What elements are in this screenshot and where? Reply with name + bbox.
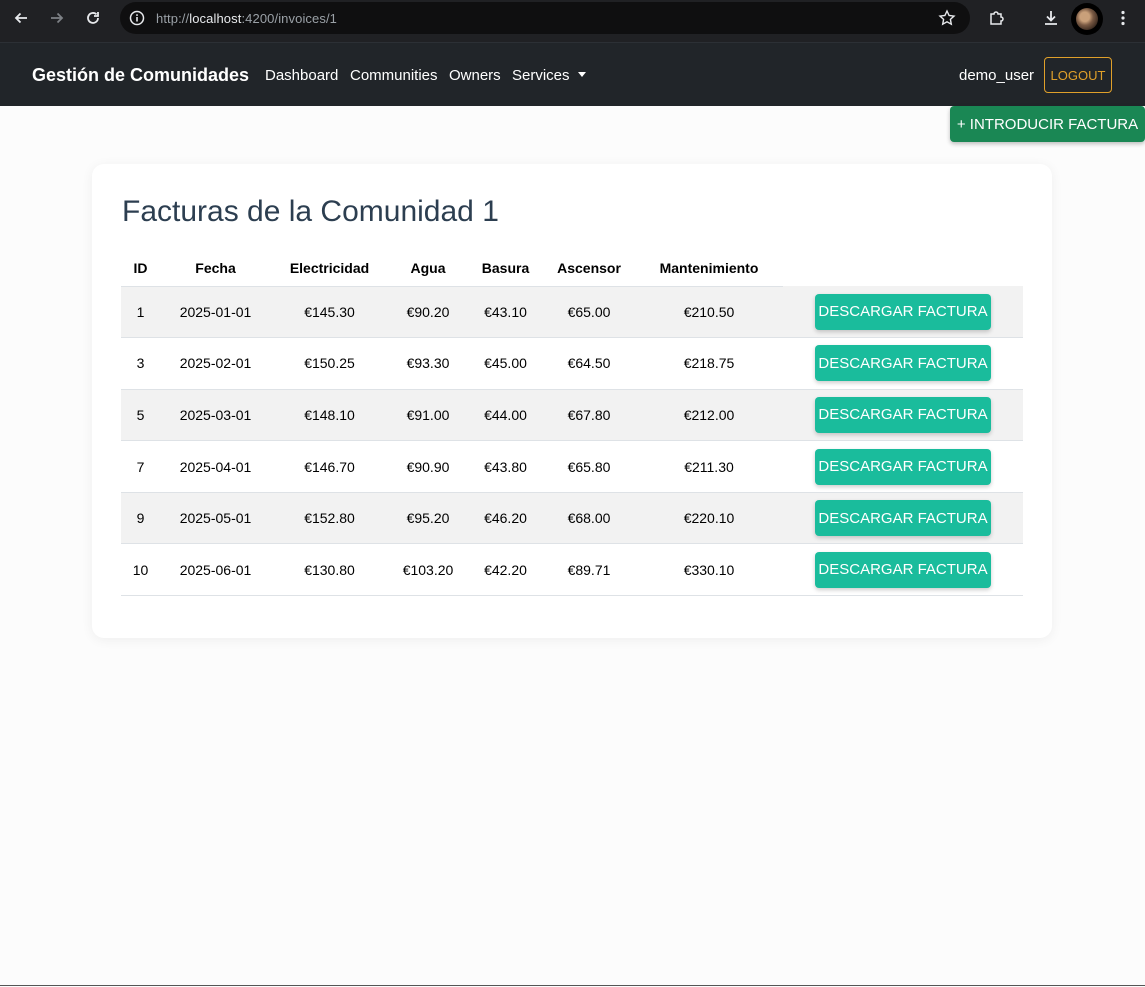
table-body: 1 2025-01-01 €145.30 €90.20 €43.10 €65.0… [121,286,1023,597]
url-text: http://localhost:4200/invoices/1 [156,11,338,26]
column-header-ascensor: Ascensor [543,250,635,287]
cell-id: 3 [121,337,160,390]
bookmark-star-icon[interactable] [938,9,956,27]
caret-down-icon [577,72,586,77]
invoices-card: Facturas de la Comunidad 1 ID Fecha Elec… [92,164,1052,638]
column-header-fecha: Fecha [160,250,271,287]
column-header-actions [783,250,1023,286]
invoices-table: ID Fecha Electricidad Agua Basura Ascens… [121,250,1023,597]
cell-mantenimiento: €212.00 [635,389,783,442]
cell-mantenimiento: €218.75 [635,337,783,390]
column-header-agua: Agua [388,250,468,287]
cell-electricidad: €148.10 [271,389,388,442]
cell-basura: €45.00 [468,337,543,390]
cell-actions: DESCARGAR FACTURA [783,389,1023,442]
download-invoice-button[interactable]: DESCARGAR FACTURA [815,448,991,485]
column-header-electricidad: Electricidad [271,250,388,287]
download-invoice-button[interactable]: DESCARGAR FACTURA [815,293,991,330]
reload-icon[interactable] [83,8,103,28]
cell-ascensor: €67.80 [543,389,635,442]
cell-electricidad: €152.80 [271,492,388,545]
cell-electricidad: €145.30 [271,286,388,339]
cell-actions: DESCARGAR FACTURA [783,337,1023,390]
cell-agua: €95.20 [388,492,468,545]
cell-electricidad: €146.70 [271,440,388,493]
cell-mantenimiento: €220.10 [635,492,783,545]
nav-dropdown-services-label: Services [512,67,570,84]
logout-button[interactable]: LOGOUT [1044,57,1112,93]
cell-basura: €42.20 [468,543,543,597]
cell-actions: DESCARGAR FACTURA [783,543,1023,597]
cell-basura: €43.80 [468,440,543,493]
add-invoice-button[interactable]: + INTRODUCIR FACTURA [950,106,1145,142]
table-row: 9 2025-05-01 €152.80 €95.20 €46.20 €68.0… [121,492,1023,545]
cell-fecha: 2025-06-01 [160,543,271,597]
cell-basura: €46.20 [468,492,543,545]
cell-actions: DESCARGAR FACTURA [783,440,1023,493]
nav-dropdown-services[interactable]: Services [512,67,586,84]
cell-electricidad: €150.25 [271,337,388,390]
address-bar[interactable]: http://localhost:4200/invoices/1 [120,2,970,34]
table-header: ID Fecha Electricidad Agua Basura Ascens… [121,250,1023,287]
cell-id: 1 [121,286,160,339]
back-arrow-icon[interactable] [11,8,31,28]
cell-ascensor: €64.50 [543,337,635,390]
cell-actions: DESCARGAR FACTURA [783,286,1023,339]
cell-fecha: 2025-01-01 [160,286,271,339]
cell-agua: €103.20 [388,543,468,597]
cell-fecha: 2025-05-01 [160,492,271,545]
cell-id: 7 [121,440,160,493]
cell-mantenimiento: €210.50 [635,286,783,339]
extensions-icon[interactable] [987,8,1007,28]
cell-ascensor: €89.71 [543,543,635,597]
nav-link-dashboard[interactable]: Dashboard [265,67,338,84]
cell-fecha: 2025-02-01 [160,337,271,390]
cell-agua: €90.90 [388,440,468,493]
column-header-mantenimiento: Mantenimiento [635,250,783,287]
cell-mantenimiento: €211.30 [635,440,783,493]
window-bottom-edge [0,985,1145,986]
forward-arrow-icon[interactable] [47,8,67,28]
cell-fecha: 2025-03-01 [160,389,271,442]
table-row: 10 2025-06-01 €130.80 €103.20 €42.20 €89… [121,543,1023,597]
column-header-basura: Basura [468,250,543,287]
cell-agua: €93.30 [388,337,468,390]
table-row: 5 2025-03-01 €148.10 €91.00 €44.00 €67.8… [121,389,1023,442]
cell-id: 10 [121,543,160,597]
current-user-name: demo_user [959,67,1035,84]
cell-agua: €90.20 [388,286,468,339]
download-icon[interactable] [1041,8,1061,28]
column-header-id: ID [121,250,160,287]
cell-id: 9 [121,492,160,545]
cell-ascensor: €68.00 [543,492,635,545]
cell-agua: €91.00 [388,389,468,442]
table-row: 7 2025-04-01 €146.70 €90.90 €43.80 €65.8… [121,440,1023,493]
download-invoice-button[interactable]: DESCARGAR FACTURA [815,345,991,382]
cell-ascensor: €65.00 [543,286,635,339]
download-invoice-button[interactable]: DESCARGAR FACTURA [815,551,991,588]
brand-title[interactable]: Gestión de Comunidades [32,65,249,86]
cell-basura: €44.00 [468,389,543,442]
nav-link-owners[interactable]: Owners [449,67,501,84]
table-row: 3 2025-02-01 €150.25 €93.30 €45.00 €64.5… [121,337,1023,390]
cell-ascensor: €65.80 [543,440,635,493]
browser-toolbar: http://localhost:4200/invoices/1 [0,0,1145,42]
download-invoice-button[interactable]: DESCARGAR FACTURA [815,396,991,433]
cell-electricidad: €130.80 [271,543,388,597]
profile-avatar[interactable] [1071,3,1103,35]
menu-kebab-icon[interactable] [1113,8,1133,28]
cell-id: 5 [121,389,160,442]
cell-fecha: 2025-04-01 [160,440,271,493]
site-info-icon[interactable] [129,10,145,26]
cell-mantenimiento: €330.10 [635,543,783,597]
app-navbar: Gestión de Comunidades Dashboard Communi… [0,42,1145,106]
table-row: 1 2025-01-01 €145.30 €90.20 €43.10 €65.0… [121,286,1023,339]
cell-basura: €43.10 [468,286,543,339]
page-title: Facturas de la Comunidad 1 [122,195,499,228]
nav-link-communities[interactable]: Communities [350,67,438,84]
download-invoice-button[interactable]: DESCARGAR FACTURA [815,500,991,537]
cell-actions: DESCARGAR FACTURA [783,492,1023,545]
